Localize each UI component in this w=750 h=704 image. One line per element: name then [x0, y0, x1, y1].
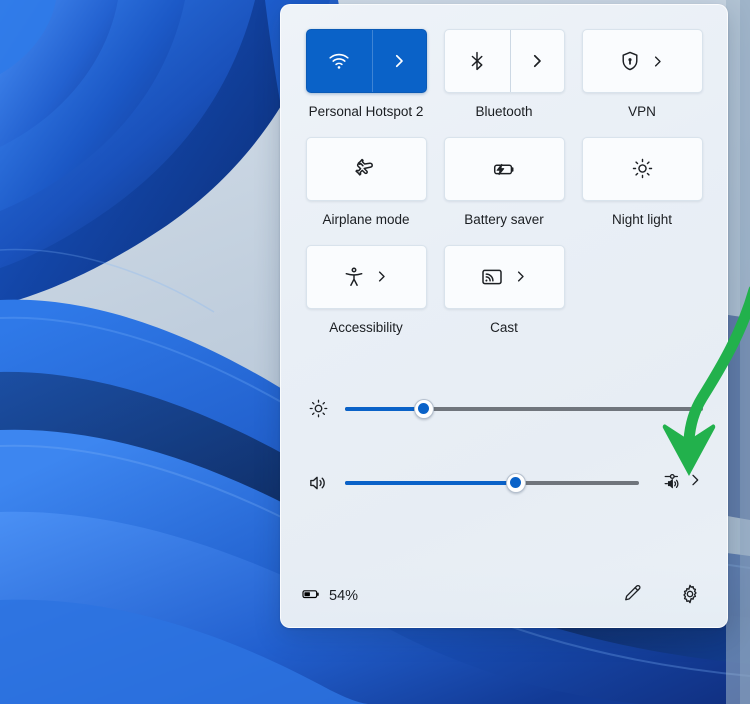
tile-label-night-light: Night light	[611, 211, 673, 227]
airplane-icon	[354, 157, 378, 181]
tile-cell-empty	[581, 245, 703, 353]
battery-icon	[301, 584, 321, 609]
quick-settings-footer: 54%	[281, 565, 727, 627]
tile-label-personal-hotspot: Personal Hotspot 2	[308, 104, 424, 119]
audio-output-selector-button[interactable]	[663, 470, 703, 496]
brightness-slider[interactable]	[345, 398, 703, 420]
speaker-icon	[305, 472, 331, 494]
volume-slider[interactable]	[345, 472, 639, 494]
edit-quick-settings-button[interactable]	[617, 581, 647, 611]
tile-label-bluetooth: Bluetooth	[475, 104, 533, 119]
bluetooth-icon	[466, 50, 488, 72]
cast-icon	[480, 265, 504, 289]
tile-cell-battery-saver: Battery saver	[443, 136, 565, 245]
brightness-slider-row	[305, 381, 703, 437]
tile-personal-hotspot-chevron-button[interactable]	[371, 30, 426, 92]
tile-bluetooth-chevron-button[interactable]	[509, 30, 564, 92]
brightness-slider-thumb[interactable]	[413, 398, 434, 419]
tile-cell-personal-hotspot: Personal Hotspot 2	[305, 29, 427, 137]
tile-cell-bluetooth: Bluetooth	[443, 29, 565, 137]
tile-label-cast: Cast	[490, 319, 518, 335]
tile-label-battery-saver: Battery saver	[464, 211, 544, 227]
brightness-icon	[631, 157, 654, 180]
audio-output-selector-icon	[663, 470, 684, 496]
gear-icon	[679, 583, 701, 610]
tile-label-airplane-mode: Airplane mode	[322, 211, 410, 227]
pencil-icon	[622, 583, 643, 609]
tile-accessibility[interactable]	[305, 244, 427, 309]
chevron-right-icon	[390, 52, 408, 70]
tile-bluetooth-toggle[interactable]	[445, 30, 510, 92]
quick-settings-tile-grid: Personal Hotspot 2 Bluetooth VPN Airplan…	[305, 29, 703, 353]
brightness-icon	[305, 398, 331, 419]
footer-actions	[617, 581, 705, 611]
brightness-slider-fill	[345, 406, 424, 411]
tile-cast[interactable]	[443, 244, 565, 309]
tile-vpn[interactable]	[581, 29, 703, 93]
volume-slider-fill	[345, 480, 516, 485]
tile-personal-hotspot[interactable]	[305, 29, 427, 93]
battery-status[interactable]: 54%	[301, 584, 358, 609]
quick-settings-body: Personal Hotspot 2 Bluetooth VPN Airplan…	[281, 5, 727, 565]
battery-saver-icon	[491, 156, 517, 182]
tile-cell-vpn: VPN	[581, 29, 703, 137]
tile-cell-night-light: Night light	[581, 136, 703, 245]
quick-settings-panel: Personal Hotspot 2 Bluetooth VPN Airplan…	[280, 4, 728, 628]
chevron-right-icon	[513, 269, 528, 284]
tile-bluetooth[interactable]	[443, 29, 565, 93]
tile-battery-saver[interactable]	[443, 136, 565, 201]
accessibility-icon	[343, 266, 365, 288]
volume-slider-row	[305, 455, 703, 511]
tile-cell-airplane-mode: Airplane mode	[305, 136, 427, 245]
chevron-right-icon	[528, 52, 546, 70]
tile-personal-hotspot-toggle[interactable]	[307, 30, 372, 92]
tile-airplane-mode[interactable]	[305, 136, 427, 201]
volume-slider-thumb[interactable]	[505, 472, 526, 493]
chevron-right-icon	[374, 269, 389, 284]
tile-cell-cast: Cast	[443, 244, 565, 353]
vpn-shield-icon	[619, 50, 641, 72]
chevron-right-icon	[650, 54, 665, 69]
tile-label-accessibility: Accessibility	[329, 319, 403, 335]
settings-button[interactable]	[675, 581, 705, 611]
tile-night-light[interactable]	[581, 136, 703, 201]
battery-percent-label: 54%	[329, 588, 359, 604]
tile-cell-accessibility: Accessibility	[305, 244, 427, 353]
screen: Personal Hotspot 2 Bluetooth VPN Airplan…	[0, 0, 750, 704]
chevron-right-icon	[687, 472, 703, 493]
tile-label-vpn: VPN	[628, 104, 656, 119]
wifi-icon	[327, 49, 351, 73]
